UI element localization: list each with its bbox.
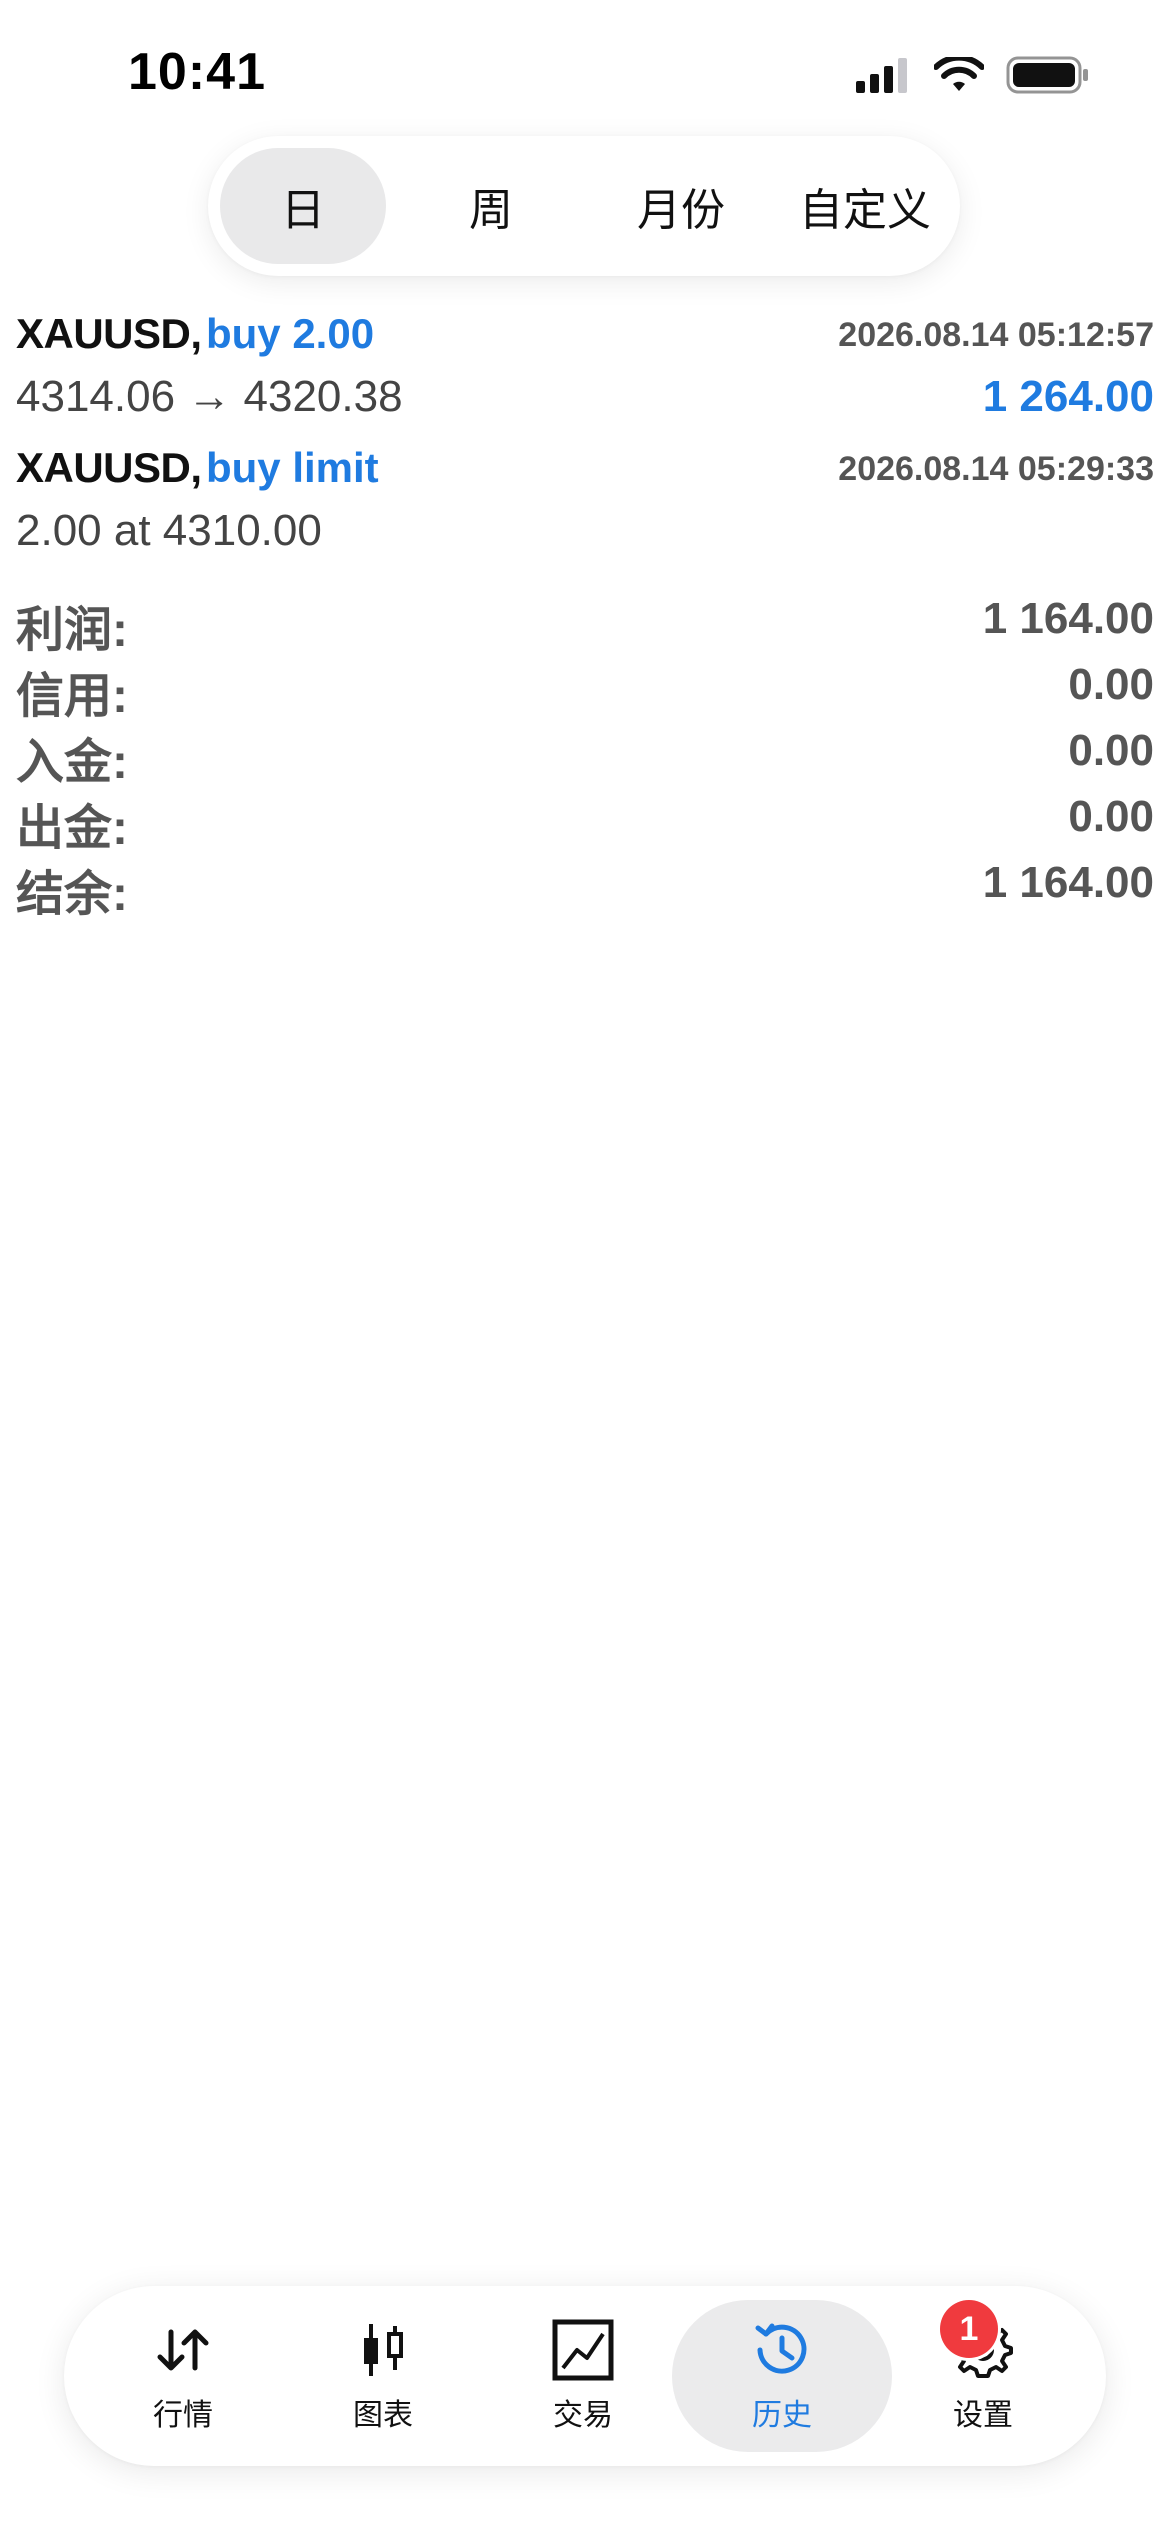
summary-row-credit: 信用: 0.00 — [16, 656, 1154, 723]
cellular-signal-icon — [856, 58, 907, 93]
order-title: XAUUSD, buy limit — [16, 444, 379, 492]
order-detail: 2.00 at 4310.00 — [16, 506, 322, 555]
trade-price-change: 4314.06 → 4320.38 — [16, 372, 403, 421]
period-tab-day[interactable]: 日 — [220, 148, 386, 264]
trade-timestamp: 2026.08.14 05:12:57 — [838, 316, 1154, 354]
trade-row[interactable]: XAUUSD, buy 2.00 2026.08.14 05:12:57 431… — [16, 310, 1154, 430]
tab-label: 历史 — [752, 2399, 812, 2432]
period-tab-week[interactable]: 周 — [408, 148, 574, 264]
tab-charts[interactable]: 图表 — [284, 2300, 482, 2452]
tab-label: 设置 — [953, 2399, 1013, 2432]
tab-label: 图表 — [353, 2399, 413, 2432]
summary-label: 结余: — [16, 868, 128, 921]
summary-value: 1 164.00 — [982, 594, 1154, 643]
wifi-icon — [934, 57, 984, 91]
tab-history[interactable]: 历史 — [672, 2300, 892, 2452]
period-tab-month[interactable]: 月份 — [598, 148, 764, 264]
tab-quotes[interactable]: 行情 — [84, 2300, 282, 2452]
tab-label: 行情 — [153, 2399, 213, 2432]
summary-label: 利润: — [16, 604, 128, 657]
order-symbol: XAUUSD, — [16, 444, 202, 491]
trade-title: XAUUSD, buy 2.00 — [16, 310, 374, 358]
trade-profit: 1 264.00 — [982, 372, 1154, 421]
summary-row-deposit: 入金: 0.00 — [16, 722, 1154, 789]
summary-row-balance: 结余: 1 164.00 — [16, 854, 1154, 921]
battery-icon — [1006, 56, 1088, 94]
summary-label: 入金: — [16, 736, 128, 789]
summary-value: 1 164.00 — [982, 858, 1154, 907]
status-bar: 10:41 — [0, 0, 1170, 150]
status-icons — [854, 56, 1090, 94]
candlestick-chart-icon — [364, 2324, 403, 2376]
summary-label: 出金: — [16, 802, 128, 855]
period-segmented-control: 日 周 月份 自定义 — [208, 136, 960, 276]
tab-label: 交易 — [553, 2399, 613, 2432]
quotes-arrows-icon — [157, 2329, 209, 2371]
summary-row-withdrawal: 出金: 0.00 — [16, 788, 1154, 855]
summary-value: 0.00 — [1068, 726, 1154, 775]
summary-row-profit: 利润: 1 164.00 — [16, 590, 1154, 657]
trade-line-chart-icon — [552, 2319, 614, 2381]
order-timestamp: 2026.08.14 05:29:33 — [838, 450, 1154, 488]
status-time: 10:41 — [128, 43, 266, 101]
summary-value: 0.00 — [1068, 660, 1154, 709]
tab-trade[interactable]: 交易 — [484, 2300, 682, 2452]
trade-symbol: XAUUSD, — [16, 310, 202, 357]
history-clock-icon — [755, 2323, 807, 2374]
summary-value: 0.00 — [1068, 792, 1154, 841]
settings-notification-badge: 1 — [940, 2300, 998, 2358]
trade-type: buy 2.00 — [205, 310, 375, 357]
summary-label: 信用: — [16, 670, 128, 723]
period-tab-custom[interactable]: 自定义 — [782, 148, 948, 264]
order-row[interactable]: XAUUSD, buy limit 2026.08.14 05:29:33 2.… — [16, 444, 1154, 564]
order-type: buy limit — [205, 444, 379, 491]
